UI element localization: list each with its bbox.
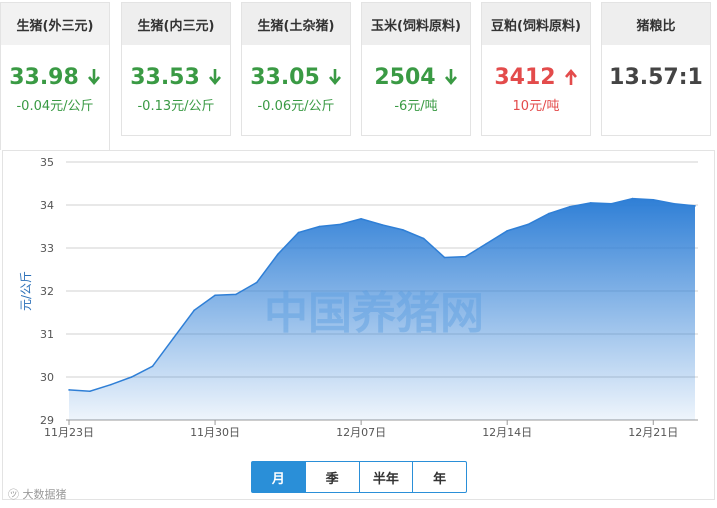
card-value: 33.98 bbox=[9, 64, 79, 90]
card-value-row: 33.98 bbox=[1, 63, 109, 91]
arrow-down-icon bbox=[87, 69, 100, 86]
chart-panel: 29 30 31 32 33 34 35 11月23日 11月30日 12月07日 12月14日 12… bbox=[2, 150, 715, 500]
data-point bbox=[172, 337, 175, 340]
card-title: 豆粕(饲料原料) bbox=[482, 3, 590, 45]
arrow-down-icon bbox=[208, 69, 221, 86]
data-point bbox=[673, 202, 675, 205]
data-point bbox=[68, 389, 70, 391]
tab-half-year[interactable]: 半年 bbox=[358, 462, 413, 492]
data-point bbox=[89, 390, 91, 392]
data-point bbox=[297, 231, 300, 234]
price-card-corn[interactable]: 玉米(饲料原料) 2504 -6元/吨 bbox=[361, 2, 471, 136]
card-change: -0.13元/公斤 bbox=[137, 99, 215, 114]
card-change: -6元/吨 bbox=[394, 99, 438, 114]
data-point bbox=[443, 256, 446, 259]
price-card-soymeal[interactable]: 豆粕(饲料原料) 3412 10元/吨 bbox=[481, 2, 591, 136]
data-point bbox=[631, 197, 634, 200]
arrow-down-icon bbox=[328, 69, 341, 86]
data-point bbox=[652, 199, 655, 201]
card-title: 生猪(内三元) bbox=[122, 3, 230, 45]
card-value-row: 33.53 bbox=[122, 63, 230, 91]
card-value: 13.57:1 bbox=[609, 64, 703, 90]
x-tick-label: 11月23日 bbox=[44, 426, 94, 439]
data-point bbox=[485, 242, 488, 245]
period-tabs: 月 季 半年 年 bbox=[251, 461, 467, 493]
data-point bbox=[109, 383, 112, 386]
card-title: 猪粮比 bbox=[602, 3, 710, 45]
data-point bbox=[381, 224, 383, 226]
data-point bbox=[402, 229, 404, 231]
card-title: 生猪(土杂猪) bbox=[242, 3, 350, 45]
card-change: -0.04元/公斤 bbox=[16, 99, 94, 114]
data-point bbox=[318, 225, 321, 228]
card-value: 33.53 bbox=[130, 64, 200, 90]
data-point bbox=[130, 376, 133, 378]
price-area-chart: 2930313233343511月23日 11月30日 12月07日 12月14日 12… bbox=[19, 156, 698, 439]
y-tick-label: 33 bbox=[40, 242, 54, 255]
data-point bbox=[151, 365, 154, 368]
tab-month[interactable]: 月 bbox=[252, 462, 305, 492]
card-title: 生猪(外三元) bbox=[1, 3, 109, 45]
card-change: -0.06元/公斤 bbox=[257, 99, 335, 114]
card-title: 玉米(饲料原料) bbox=[362, 3, 470, 45]
data-point bbox=[193, 309, 195, 312]
data-point bbox=[339, 223, 342, 226]
card-value-row: 3412 bbox=[482, 63, 590, 91]
card-value: 2504 bbox=[374, 64, 436, 90]
y-axis-label: 元/公斤 bbox=[19, 271, 33, 311]
card-value-row: 33.05 bbox=[242, 63, 350, 91]
data-point bbox=[610, 202, 613, 205]
data-point bbox=[256, 281, 258, 284]
brand-logo-icon: ㋡ bbox=[8, 488, 19, 501]
x-tick-label: 12月14日 bbox=[482, 426, 532, 439]
data-point bbox=[360, 218, 362, 220]
data-point bbox=[694, 205, 696, 207]
x-tick-label: 11月30日 bbox=[190, 426, 240, 439]
card-value: 3412 bbox=[494, 64, 556, 90]
card-value-row: 2504 bbox=[362, 63, 470, 91]
card-change: 10元/吨 bbox=[512, 99, 560, 114]
tab-quarter[interactable]: 季 bbox=[304, 462, 359, 492]
watermark: 中国养猪网 bbox=[264, 288, 484, 339]
data-point bbox=[214, 294, 216, 297]
arrow-down-icon bbox=[444, 69, 457, 86]
price-card-hog-grain-ratio[interactable]: 猪粮比 13.57:1 bbox=[601, 2, 711, 136]
data-point bbox=[548, 212, 550, 215]
data-point bbox=[422, 237, 425, 240]
y-tick-label: 35 bbox=[40, 156, 54, 169]
y-tick-label: 34 bbox=[40, 199, 54, 212]
y-tick-label: 30 bbox=[40, 371, 54, 384]
y-tick-label: 31 bbox=[40, 328, 54, 341]
tab-year[interactable]: 年 bbox=[412, 462, 466, 492]
price-cards: 生猪(外三元) 33.98 -0.04元/公斤 生猪(内三元) 33.53 -0… bbox=[0, 0, 717, 150]
price-card-hog-local[interactable]: 生猪(土杂猪) 33.05 -0.06元/公斤 bbox=[241, 2, 351, 136]
data-point bbox=[235, 293, 237, 296]
x-tick-label: 12月07日 bbox=[336, 426, 386, 439]
brand-text: 大数据猪 bbox=[22, 488, 67, 501]
card-value: 33.05 bbox=[250, 64, 320, 90]
price-card-hog-internal[interactable]: 生猪(内三元) 33.53 -0.13元/公斤 bbox=[121, 2, 231, 136]
x-tick-label: 12月21日 bbox=[628, 426, 678, 439]
card-value-row: 13.57:1 bbox=[602, 63, 710, 91]
data-point bbox=[569, 205, 571, 208]
data-point bbox=[276, 253, 279, 256]
y-tick-label: 32 bbox=[40, 285, 54, 298]
data-point bbox=[589, 202, 592, 204]
brand-mark: ㋡ 大数据猪 bbox=[8, 486, 67, 502]
data-point bbox=[506, 230, 509, 232]
data-point bbox=[464, 255, 467, 258]
arrow-up-icon bbox=[564, 68, 577, 85]
data-point bbox=[527, 223, 529, 226]
price-card-hog-external[interactable]: 生猪(外三元) 33.98 -0.04元/公斤 bbox=[0, 2, 110, 150]
